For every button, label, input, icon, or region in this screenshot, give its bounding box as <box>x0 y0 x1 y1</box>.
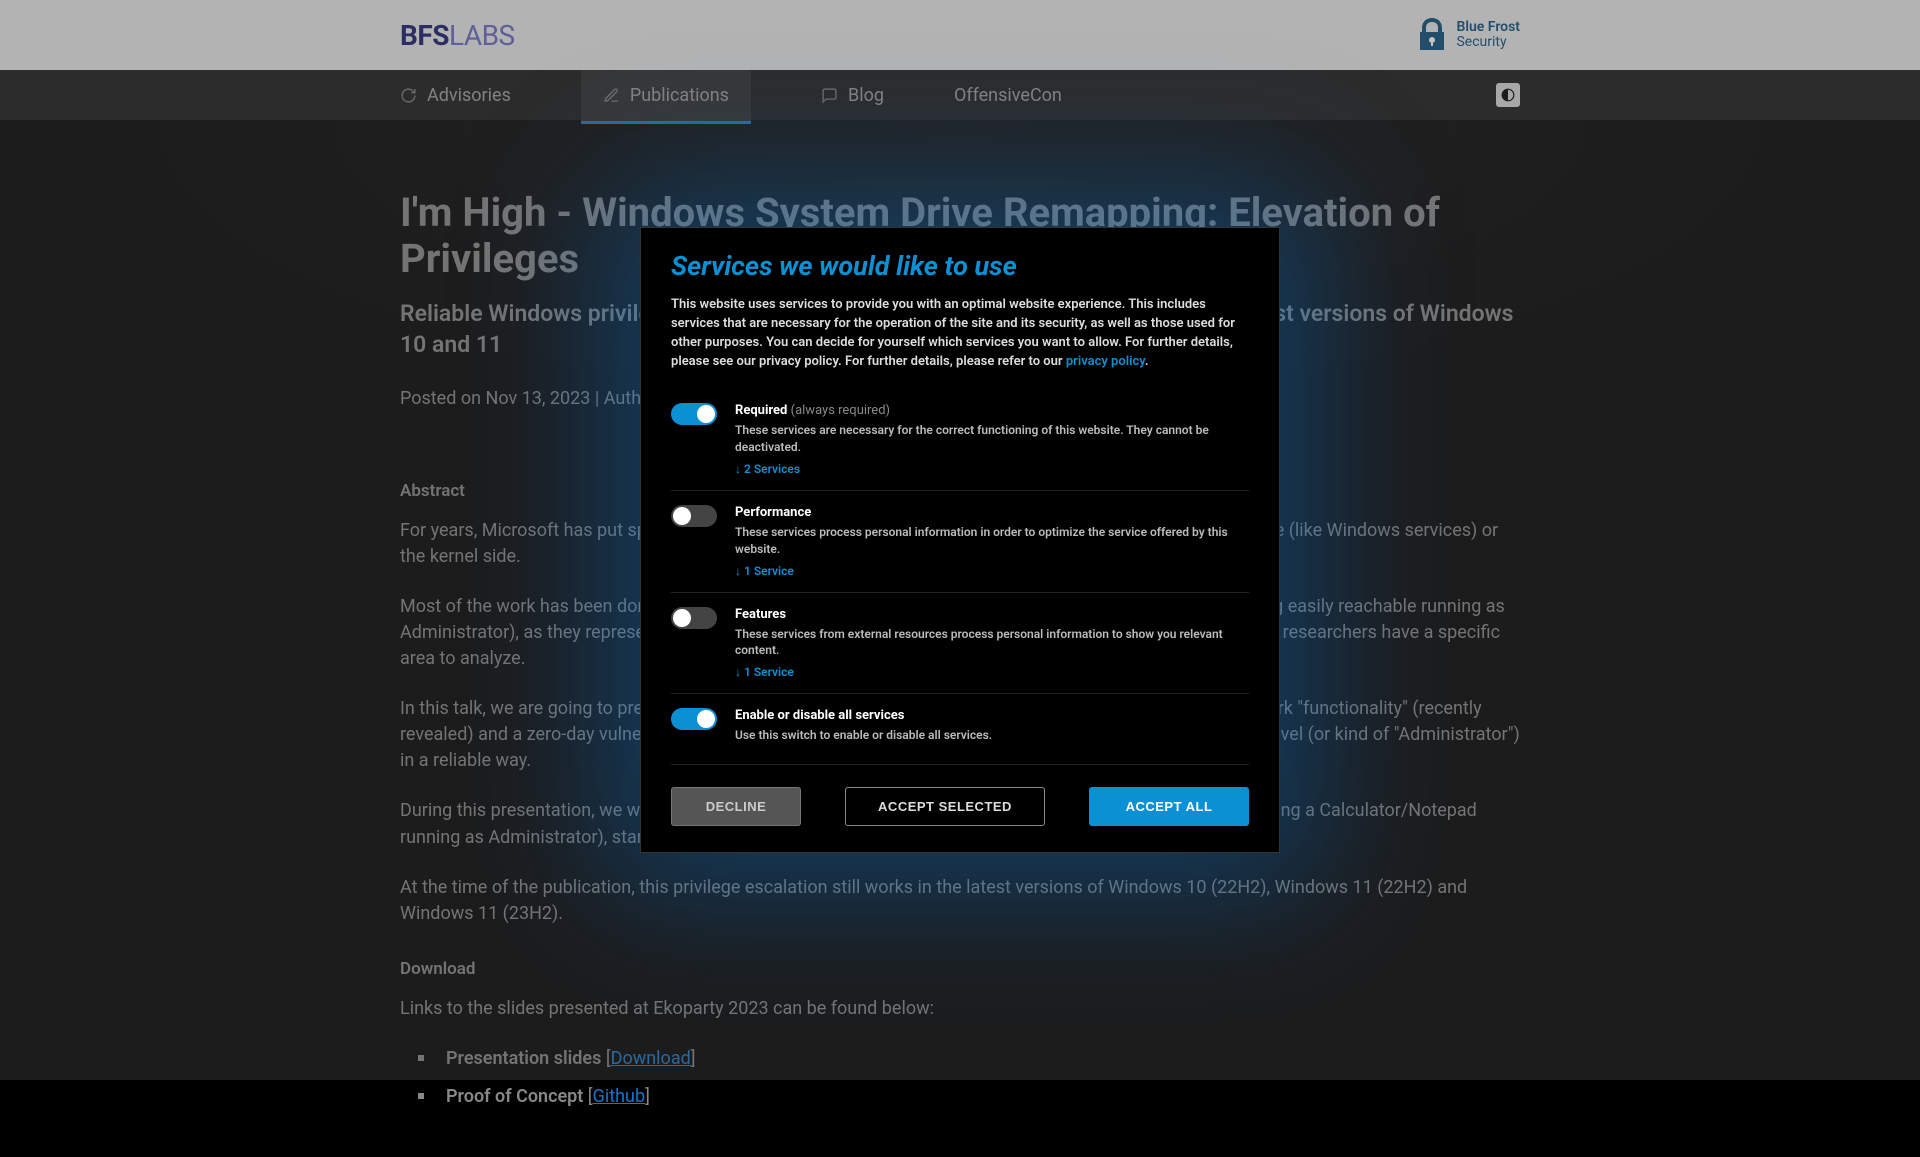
consent-overlay: Services we would like to use This websi… <box>0 0 1920 1080</box>
privacy-policy-link[interactable]: privacy policy <box>1066 354 1145 369</box>
list-item: Proof of Concept [Github] <box>430 1084 1520 1110</box>
service-row-performance: Performance These services process perso… <box>671 491 1249 593</box>
github-link[interactable]: Github <box>593 1086 645 1107</box>
toggle-required[interactable] <box>671 403 717 425</box>
decline-button[interactable]: DECLINE <box>671 787 801 826</box>
service-row-required: Required (always required) These service… <box>671 389 1249 491</box>
service-desc: These services process personal informat… <box>735 524 1249 558</box>
dialog-actions: DECLINE ACCEPT SELECTED ACCEPT ALL <box>671 787 1249 826</box>
service-desc: These services from external resources p… <box>735 626 1249 660</box>
toggle-performance[interactable] <box>671 505 717 527</box>
toggle-all[interactable] <box>671 708 717 730</box>
service-title: Features <box>735 607 1249 622</box>
toggle-features[interactable] <box>671 607 717 629</box>
service-row-all: Enable or disable all services Use this … <box>671 694 1249 765</box>
service-desc: These services are necessary for the cor… <box>735 422 1249 456</box>
service-desc: Use this switch to enable or disable all… <box>735 727 1249 744</box>
service-expand[interactable]: ↓ 1 Service <box>735 564 1249 578</box>
accept-selected-button[interactable]: ACCEPT SELECTED <box>845 787 1045 826</box>
service-title: Enable or disable all services <box>735 708 1249 723</box>
service-expand[interactable]: ↓ 2 Services <box>735 462 1249 476</box>
service-row-features: Features These services from external re… <box>671 593 1249 695</box>
service-expand[interactable]: ↓ 1 Service <box>735 665 1249 679</box>
dialog-intro: This website uses services to provide yo… <box>671 296 1249 371</box>
dialog-title: Services we would like to use <box>671 250 1249 282</box>
consent-dialog: Services we would like to use This websi… <box>640 227 1280 853</box>
accept-all-button[interactable]: ACCEPT ALL <box>1089 787 1249 826</box>
service-title: Required (always required) <box>735 403 1249 418</box>
service-title: Performance <box>735 505 1249 520</box>
